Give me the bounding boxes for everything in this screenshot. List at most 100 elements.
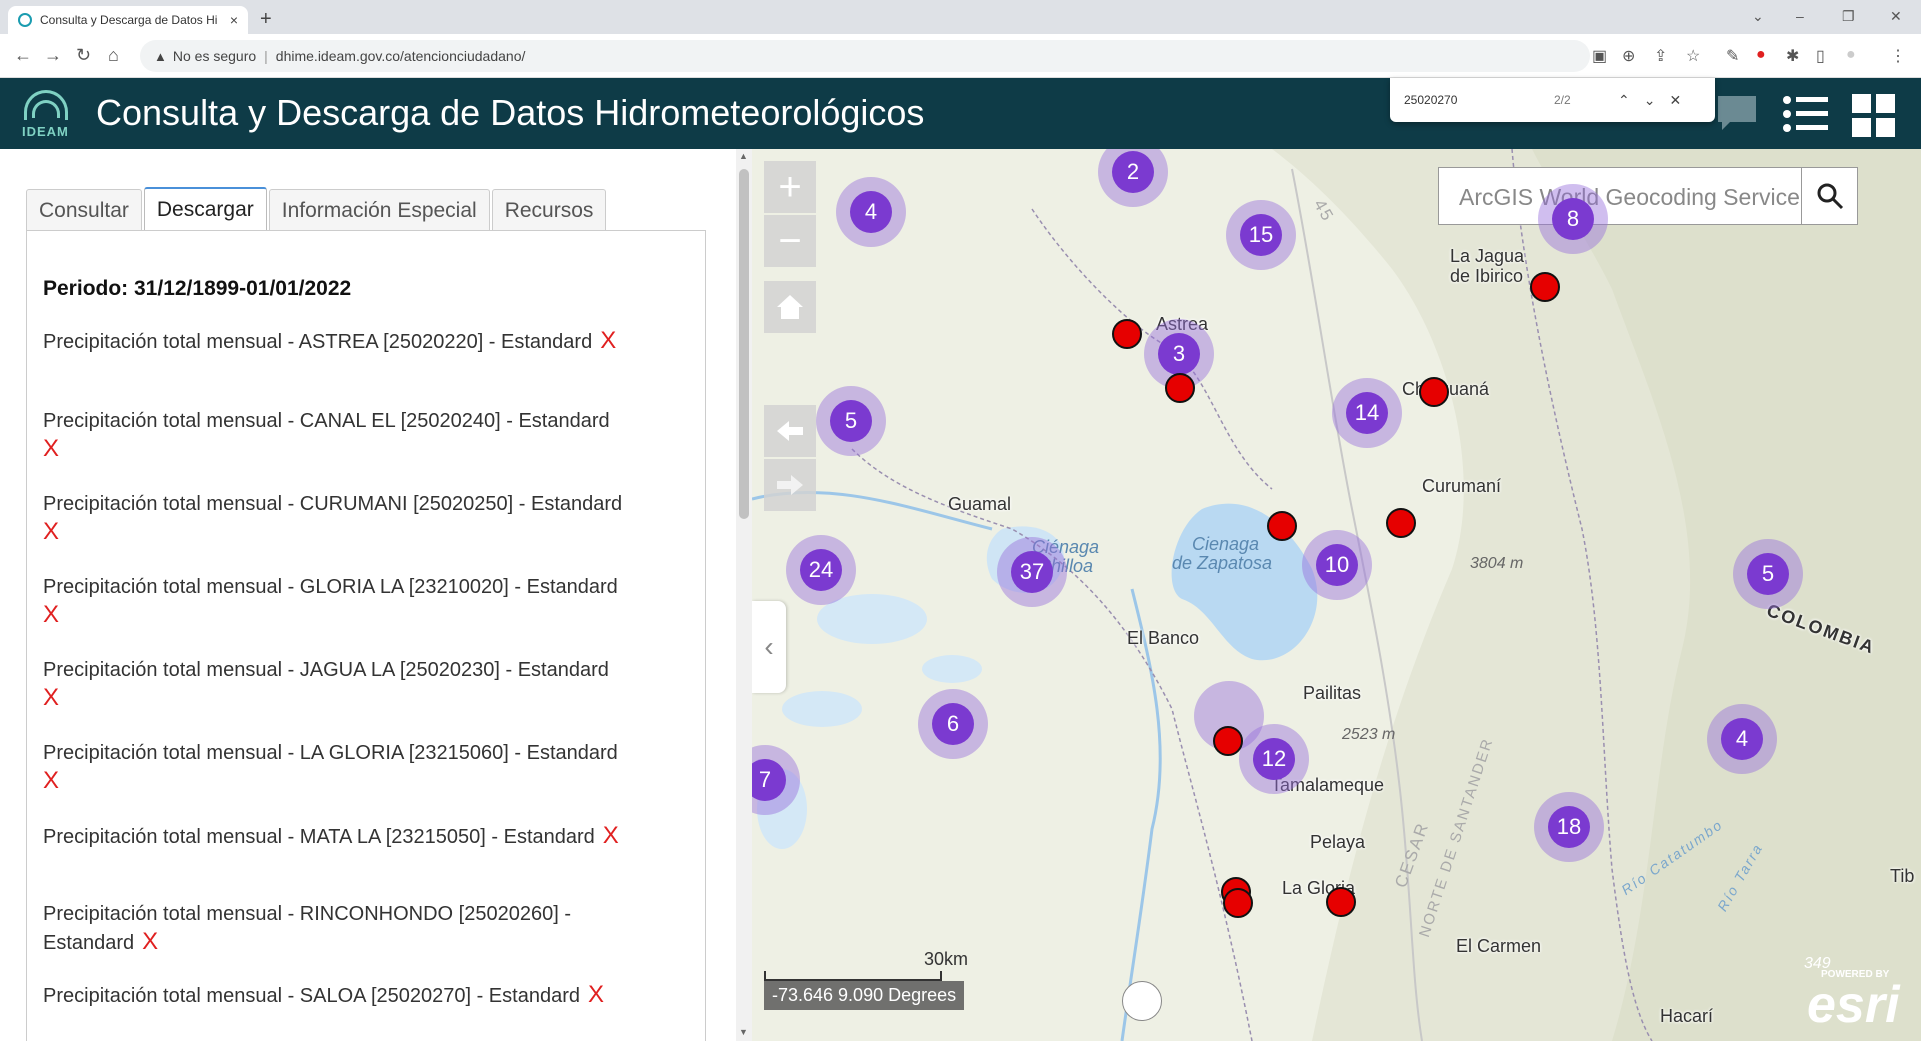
station-point[interactable] xyxy=(1386,508,1416,538)
chat-icon[interactable] xyxy=(1716,94,1758,132)
cluster-count: 3 xyxy=(1158,333,1200,375)
minimize-button[interactable]: – xyxy=(1796,8,1804,24)
zoom-in-button[interactable]: + xyxy=(764,161,816,213)
remove-item-button[interactable]: X xyxy=(43,435,683,463)
scroll-thumb[interactable] xyxy=(739,169,749,519)
item-label: Precipitación total mensual - CANAL EL [… xyxy=(43,410,610,432)
zoom-icon[interactable]: ⊕ xyxy=(1622,46,1635,66)
list-icon[interactable] xyxy=(1782,94,1828,134)
forward-icon[interactable]: → xyxy=(44,45,62,66)
station-cluster[interactable]: 18 xyxy=(1534,792,1604,862)
remove-item-button[interactable]: X xyxy=(142,928,158,955)
station-cluster[interactable]: 10 xyxy=(1302,530,1372,600)
station-cluster[interactable]: 6 xyxy=(918,689,988,759)
bookmark-star-icon[interactable]: ☆ xyxy=(1686,46,1700,66)
collapse-panel-button[interactable]: ‹ xyxy=(752,601,786,693)
station-point[interactable] xyxy=(1326,887,1356,917)
scale-label: 30km xyxy=(924,949,969,969)
station-point[interactable] xyxy=(1419,377,1449,407)
tab-descargar[interactable]: Descargar xyxy=(143,187,267,231)
remove-item-button[interactable]: X xyxy=(588,981,604,1008)
coordinate-readout: -73.646 9.090 Degrees xyxy=(764,981,965,1010)
panel-tabs: Consultar Descargar Información Especial… xyxy=(26,187,608,231)
place-label: Pailitas xyxy=(1303,683,1362,703)
download-list: Periodo: 31/12/1899-01/01/2022 Precipita… xyxy=(26,230,706,1041)
item-label: Precipitación total mensual - ASTREA [25… xyxy=(43,331,593,353)
station-point[interactable] xyxy=(1530,272,1560,302)
profile-avatar-icon[interactable]: ● xyxy=(1846,46,1856,64)
extension-icon[interactable]: ✎ xyxy=(1726,46,1739,66)
water-label: de Zapatosa xyxy=(1172,553,1273,573)
puzzle-icon[interactable]: ✱ xyxy=(1786,46,1799,66)
tab-informacion-especial[interactable]: Información Especial xyxy=(268,189,490,231)
scroll-up-icon[interactable]: ▲ xyxy=(739,151,748,161)
panel-scrollbar[interactable]: ▲ ▼ xyxy=(736,149,752,1041)
tab-recursos[interactable]: Recursos xyxy=(491,189,607,231)
station-point[interactable] xyxy=(1223,888,1253,918)
station-point[interactable] xyxy=(1213,726,1243,756)
station-cluster[interactable]: 4 xyxy=(1707,704,1777,774)
list-item: Precipitación total mensual - RINCONHOND… xyxy=(43,900,643,957)
station-cluster[interactable]: 4 xyxy=(836,177,906,247)
sidepanel-icon[interactable]: ▯ xyxy=(1816,46,1825,66)
station-cluster[interactable]: 15 xyxy=(1226,200,1296,270)
scroll-down-icon[interactable]: ▼ xyxy=(739,1027,748,1037)
browser-tab[interactable]: Consulta y Descarga de Datos Hi × xyxy=(8,6,248,34)
cluster-count: 6 xyxy=(932,703,974,745)
station-point[interactable] xyxy=(1165,373,1195,403)
remove-item-button[interactable]: X xyxy=(603,822,619,849)
browser-menu-icon[interactable]: ⋮ xyxy=(1890,46,1906,66)
station-cluster[interactable]: 14 xyxy=(1332,378,1402,448)
map-view[interactable]: + − ‹ ArcGIS World Geocoding Service Ast… xyxy=(752,149,1921,1041)
remove-item-button[interactable]: X xyxy=(43,601,683,629)
tab-search-icon[interactable]: ⌄ xyxy=(1752,8,1764,25)
new-tab-button[interactable]: + xyxy=(260,8,272,31)
place-label: Hacarí xyxy=(1660,1006,1714,1026)
find-close-button[interactable]: ✕ xyxy=(1669,92,1681,109)
cluster-count: 12 xyxy=(1253,738,1295,780)
find-prev-button[interactable]: ⌃ xyxy=(1618,92,1630,109)
esri-wordmark: esri xyxy=(1807,976,1900,1034)
address-bar[interactable]: ▲ No es seguro | dhime.ideam.gov.co/aten… xyxy=(140,40,1590,72)
page-icon[interactable]: ▣ xyxy=(1592,46,1607,66)
list-item: Precipitación total mensual - GLORIA LA … xyxy=(43,573,683,629)
remove-item-button[interactable]: X xyxy=(43,518,683,546)
place-label: Pelaya xyxy=(1310,832,1366,852)
previous-extent-button[interactable] xyxy=(764,405,816,457)
home-icon[interactable]: ⌂ xyxy=(108,45,119,66)
remove-item-button[interactable]: X xyxy=(43,684,683,712)
grid-icon[interactable] xyxy=(1852,94,1896,138)
find-query-input[interactable]: 25020270 xyxy=(1404,93,1554,107)
ideam-logo: IDEAM xyxy=(18,86,74,142)
locate-button[interactable] xyxy=(1122,981,1162,1021)
next-extent-button[interactable] xyxy=(764,459,816,511)
reload-icon[interactable]: ↻ xyxy=(76,45,91,66)
periodo-label: Periodo: 31/12/1899-01/01/2022 xyxy=(43,277,352,300)
close-window-button[interactable]: ✕ xyxy=(1890,8,1902,25)
place-label: La Jagua xyxy=(1450,246,1525,266)
search-input[interactable]: ArcGIS World Geocoding Service xyxy=(1439,168,1801,224)
remove-item-button[interactable]: X xyxy=(43,767,683,795)
station-cluster[interactable]: 5 xyxy=(816,386,886,456)
zoom-out-button[interactable]: − xyxy=(764,215,816,267)
find-next-button[interactable]: ⌄ xyxy=(1644,92,1656,109)
tab-close-icon[interactable]: × xyxy=(230,12,238,28)
station-point[interactable] xyxy=(1112,319,1142,349)
station-cluster[interactable]: 8 xyxy=(1538,184,1608,254)
share-icon[interactable]: ⇪ xyxy=(1654,46,1667,66)
search-button[interactable] xyxy=(1801,168,1857,224)
cluster-count: 5 xyxy=(1747,553,1789,595)
remove-item-button[interactable]: X xyxy=(600,327,616,354)
station-cluster[interactable]: 37 xyxy=(997,537,1067,607)
station-point[interactable] xyxy=(1267,511,1297,541)
station-cluster[interactable]: 24 xyxy=(786,535,856,605)
home-extent-button[interactable] xyxy=(764,281,816,333)
list-item: Precipitación total mensual - ASTREA [25… xyxy=(43,327,683,356)
adblock-icon[interactable]: ● xyxy=(1756,46,1766,64)
station-cluster[interactable]: 5 xyxy=(1733,539,1803,609)
back-icon[interactable]: ← xyxy=(14,45,32,66)
place-label: El Carmen xyxy=(1456,936,1542,956)
tab-consultar[interactable]: Consultar xyxy=(26,189,142,231)
browser-tab-title: Consulta y Descarga de Datos Hi xyxy=(40,13,218,27)
restore-button[interactable]: ❐ xyxy=(1842,8,1855,25)
